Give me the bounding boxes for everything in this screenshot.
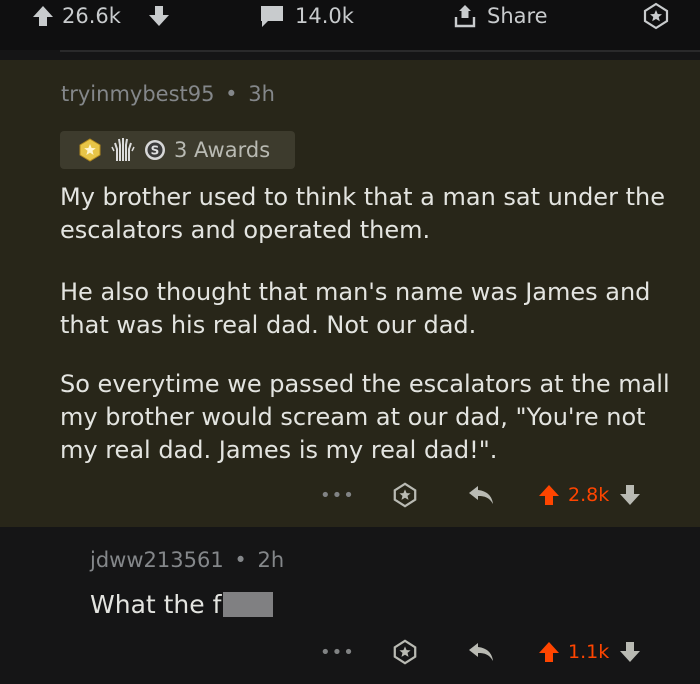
comment-author[interactable]: tryinmybest95 (61, 82, 214, 106)
reply-award-button[interactable] (392, 636, 418, 668)
more-options-icon: ••• (320, 641, 355, 663)
comments-button[interactable]: 14.0k (258, 0, 354, 32)
reply-author[interactable]: jdww213561 (90, 548, 224, 572)
comment-count: 14.0k (295, 4, 354, 28)
award-button[interactable] (642, 0, 670, 32)
comment-vote-group: 2.8k (538, 479, 641, 511)
reply-arrow-icon (469, 643, 493, 661)
reply-vote-count: 1.1k (568, 641, 610, 663)
upvote-arrow-icon[interactable] (538, 640, 560, 664)
more-options-button[interactable]: ••• (320, 636, 355, 668)
svg-text:S: S (151, 144, 160, 158)
award-icon (393, 482, 417, 508)
share-label: Share (487, 4, 548, 28)
upvote-arrow-icon[interactable] (538, 483, 560, 507)
reply-vote-group: 1.1k (538, 636, 641, 668)
share-button[interactable]: Share (453, 0, 548, 32)
downvote-arrow-icon[interactable] (619, 483, 641, 507)
censor-bar (223, 592, 274, 617)
awards-label: 3 Awards (174, 138, 271, 162)
award-icon (393, 639, 417, 665)
silver-award-icon: S (145, 140, 165, 160)
reply-button[interactable] (467, 636, 495, 668)
wholesome-award-icon (111, 138, 135, 161)
awards-badge[interactable]: S 3 Awards (60, 131, 295, 169)
post-action-bar: 26.6k 14.0k Share (0, 0, 700, 50)
reply-body: What the f (90, 590, 274, 619)
reply-text: What the f (90, 590, 222, 619)
post-vote-count: 26.6k (62, 4, 121, 28)
downvote-arrow-icon[interactable] (619, 640, 641, 664)
comment-bubble-icon (261, 6, 283, 27)
divider (60, 50, 700, 52)
comment-vote-count: 2.8k (568, 484, 610, 506)
reply-button[interactable] (467, 479, 495, 511)
reply-meta: jdww213561 • 2h (90, 548, 284, 572)
comment-paragraph: My brother used to think that a man sat … (60, 183, 665, 244)
meta-separator: • (234, 548, 247, 572)
meta-separator: • (225, 82, 238, 106)
more-options-icon: ••• (320, 484, 355, 506)
upvote-arrow-icon[interactable] (32, 4, 54, 28)
comment-award-button[interactable] (392, 479, 418, 511)
award-icon (643, 2, 669, 30)
post-downvote-button[interactable] (148, 0, 170, 32)
reply-arrow-icon (469, 486, 493, 504)
downvote-arrow-icon[interactable] (148, 4, 170, 28)
comment-paragraph: He also thought that man's name was Jame… (60, 278, 651, 339)
share-icon (454, 5, 476, 28)
comment-time: 3h (248, 82, 275, 106)
comment-paragraph: So everytime we passed the escalators at… (60, 370, 670, 464)
more-options-button[interactable]: ••• (320, 479, 355, 511)
reply-time: 2h (257, 548, 285, 572)
post-upvote-button[interactable] (32, 0, 54, 32)
star-award-icon (79, 138, 101, 162)
comment-meta: tryinmybest95 • 3h (61, 82, 275, 106)
